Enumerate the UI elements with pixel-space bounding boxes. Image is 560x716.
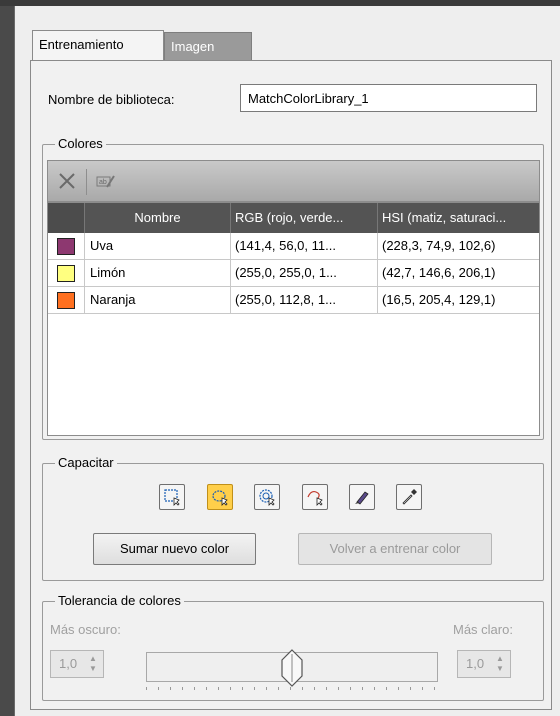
color-swatch-cell xyxy=(48,287,85,313)
svg-text:ab: ab xyxy=(99,179,107,186)
tab-imagen[interactable]: Imagen xyxy=(164,32,252,60)
color-name: Uva xyxy=(85,233,231,259)
header-name[interactable]: Nombre xyxy=(85,203,231,233)
rename-text-icon[interactable]: ab xyxy=(92,167,120,195)
color-name: Limón xyxy=(85,260,231,286)
color-rgb: (255,0, 112,8, 1... xyxy=(231,287,378,313)
table-header: Nombre RGB (rojo, verde... HSI (matiz, s… xyxy=(48,203,539,233)
library-name-input[interactable] xyxy=(240,84,537,112)
color-hsi: (42,7, 146,6, 206,1) xyxy=(382,265,496,280)
lighter-value: 1,0 xyxy=(466,656,485,671)
darker-spinbox[interactable]: 1,0 ▲ ▼ xyxy=(50,650,104,678)
tolerancia-group-title: Tolerancia de colores xyxy=(55,593,184,609)
close-x-icon[interactable] xyxy=(53,167,81,195)
table-row[interactable]: Naranja (255,0, 112,8, 1... (16,5, 205,4… xyxy=(48,287,539,314)
header-hsi[interactable]: HSI (matiz, saturaci... xyxy=(378,203,539,233)
table-row[interactable]: Uva (141,4, 56,0, 11... (228,3, 74,9, 10… xyxy=(48,233,539,260)
color-rgb: (141,4, 56,0, 11... xyxy=(231,233,378,259)
rectangle-select-icon[interactable] xyxy=(159,484,185,510)
tab-entrenamiento[interactable]: Entrenamiento xyxy=(32,30,164,60)
toolbar-separator xyxy=(86,169,87,195)
header-swatch xyxy=(48,203,85,233)
color-name: Naranja xyxy=(85,287,231,313)
header-rgb[interactable]: RGB (rojo, verde... xyxy=(231,203,378,233)
table-row[interactable]: Limón (255,0, 255,0, 1... (42,7, 146,6, … xyxy=(48,260,539,287)
darker-label: Más oscuro: xyxy=(50,622,121,637)
eyedropper-icon[interactable] xyxy=(396,484,422,510)
brush-icon[interactable] xyxy=(349,484,375,510)
tolerance-slider-thumb[interactable] xyxy=(276,648,308,688)
color-swatch-cell xyxy=(48,260,85,286)
lasso-select-icon[interactable] xyxy=(207,484,233,510)
lighter-spinbox[interactable]: 1,0 ▲ ▼ xyxy=(457,650,511,678)
library-name-label: Nombre de biblioteca: xyxy=(48,92,175,107)
color-swatch xyxy=(57,292,75,309)
colores-group-title: Colores xyxy=(55,136,106,152)
darker-value: 1,0 xyxy=(59,656,78,671)
spin-arrows-icon[interactable]: ▲ ▼ xyxy=(88,654,98,674)
colors-table: Nombre RGB (rojo, verde... HSI (matiz, s… xyxy=(47,202,540,436)
retrain-color-button[interactable]: Volver a entrenar color xyxy=(298,533,492,565)
add-new-color-button[interactable]: Sumar nuevo color xyxy=(93,533,256,565)
color-hsi: (228,3, 74,9, 102,6) xyxy=(382,238,496,253)
lighter-label: Más claro: xyxy=(453,622,513,637)
color-hsi: (16,5, 205,4, 129,1) xyxy=(382,292,496,307)
colores-toolbar: ab xyxy=(47,160,540,202)
color-swatch-cell xyxy=(48,233,85,259)
slider-ticks xyxy=(146,687,435,690)
capacitar-group-title: Capacitar xyxy=(55,455,117,471)
magic-wand-select-icon[interactable] xyxy=(254,484,280,510)
spin-arrows-icon[interactable]: ▲ ▼ xyxy=(495,654,505,674)
freeform-select-icon[interactable] xyxy=(302,484,328,510)
color-swatch xyxy=(57,265,75,282)
color-rgb: (255,0, 255,0, 1... xyxy=(231,260,378,286)
color-swatch xyxy=(57,238,75,255)
